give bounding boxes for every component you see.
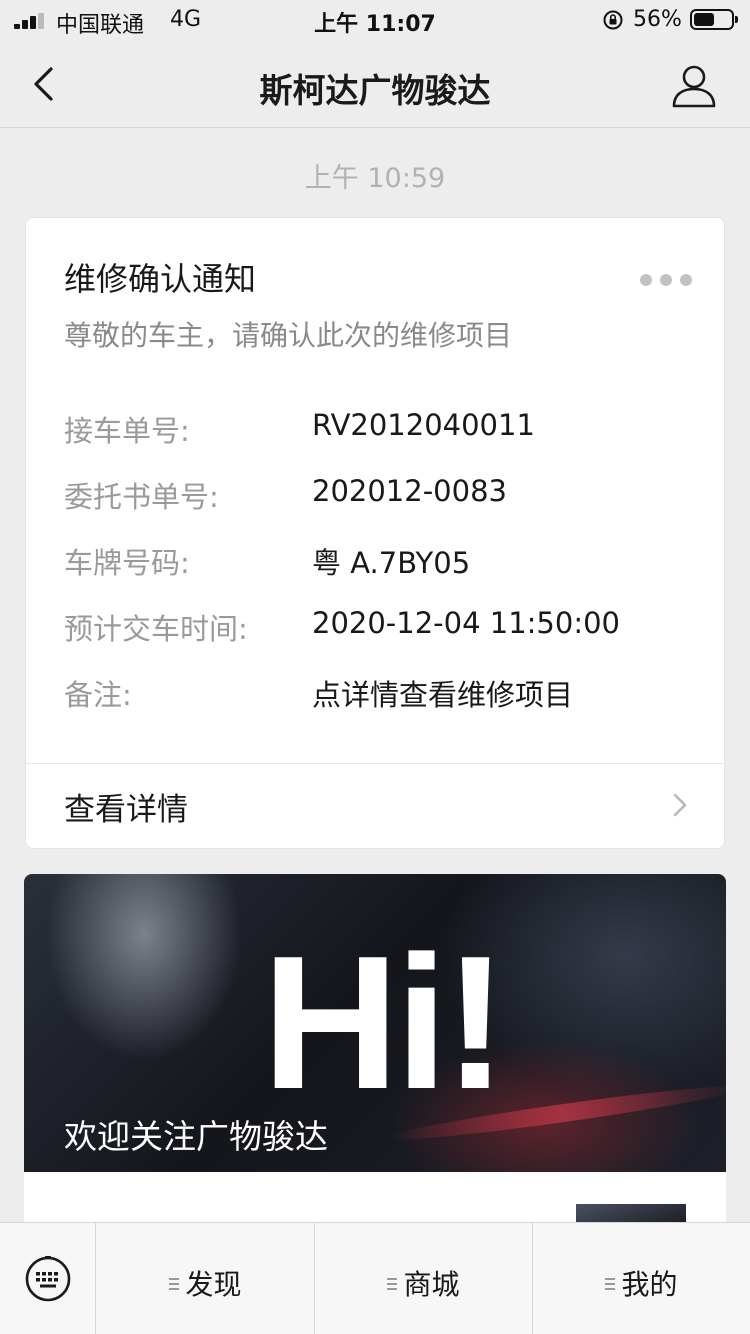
info-row-delivery-time: 预计交车时间: 2020-12-04 11:50:00 — [64, 606, 704, 646]
info-value: 点详情查看维修项目 — [312, 678, 574, 712]
view-details-link[interactable]: 查看详情 — [26, 764, 724, 848]
menu-item-label: 发现 — [185, 1268, 242, 1301]
info-row-order-number: 委托书单号: 202012-0083 — [64, 474, 704, 514]
repair-confirmation-card: 维修确认通知 尊敬的车主，请确认此次的维修项目 接车单号: RV20120400… — [25, 217, 725, 849]
info-label: 车牌号码: — [64, 546, 190, 580]
battery-fill — [694, 13, 715, 26]
rotation-lock-icon — [603, 10, 623, 30]
menu-item-discover[interactable]: 发现 — [97, 1223, 315, 1334]
info-label: 备注: — [64, 678, 132, 712]
card-subtitle: 尊敬的车主，请确认此次的维修项目 — [64, 319, 513, 352]
menu-item-label: 商城 — [403, 1268, 460, 1301]
submenu-icon — [605, 1278, 616, 1290]
battery-percent: 56% — [633, 7, 682, 32]
bottom-menu-bar: 发现 商城 我的 — [0, 1222, 750, 1334]
user-profile-icon[interactable] — [668, 60, 720, 112]
message-timestamp: 上午 10:59 — [304, 163, 446, 194]
info-value: 202012-0083 — [312, 474, 507, 508]
keyboard-toggle-button[interactable] — [0, 1223, 96, 1334]
info-label: 预计交车时间: — [64, 612, 248, 646]
menu-item-mall[interactable]: 商城 — [315, 1223, 533, 1334]
article-caption: 欢迎关注广物骏达 — [64, 1117, 328, 1156]
info-value: 2020-12-04 11:50:00 — [312, 606, 620, 640]
keyboard-icon — [25, 1256, 71, 1302]
info-value: RV2012040011 — [312, 408, 535, 442]
menu-item-label: 我的 — [621, 1268, 678, 1301]
article-banner-image[interactable]: Hi! 欢迎关注广物骏达 — [24, 874, 726, 1172]
status-bar: 中国联通 4G 上午 11:07 56% — [0, 0, 750, 40]
navigation-bar: 斯柯达广物骏达 — [0, 40, 750, 128]
info-row-plate-number: 车牌号码: 粤 A.7BY05 — [64, 540, 704, 580]
menu-item-mine[interactable]: 我的 — [533, 1223, 750, 1334]
info-row-remarks: 备注: 点详情查看维修项目 — [64, 672, 704, 712]
submenu-icon — [387, 1278, 398, 1290]
info-row-pickup-number: 接车单号: RV2012040011 — [64, 408, 704, 448]
page-title: 斯柯达广物骏达 — [259, 71, 491, 110]
submenu-icon — [169, 1278, 180, 1290]
more-options-icon[interactable] — [640, 270, 692, 290]
chevron-right-icon — [673, 793, 687, 817]
info-value: 粤 A.7BY05 — [312, 546, 471, 580]
article-card[interactable]: Hi! 欢迎关注广物骏达 — [24, 874, 726, 1234]
info-label: 接车单号: — [64, 414, 190, 448]
battery-icon — [690, 9, 738, 30]
view-details-label: 查看详情 — [64, 792, 188, 828]
card-title: 维修确认通知 — [64, 260, 257, 298]
info-label: 委托书单号: — [64, 480, 219, 514]
banner-hi-text: Hi! — [262, 917, 507, 1129]
